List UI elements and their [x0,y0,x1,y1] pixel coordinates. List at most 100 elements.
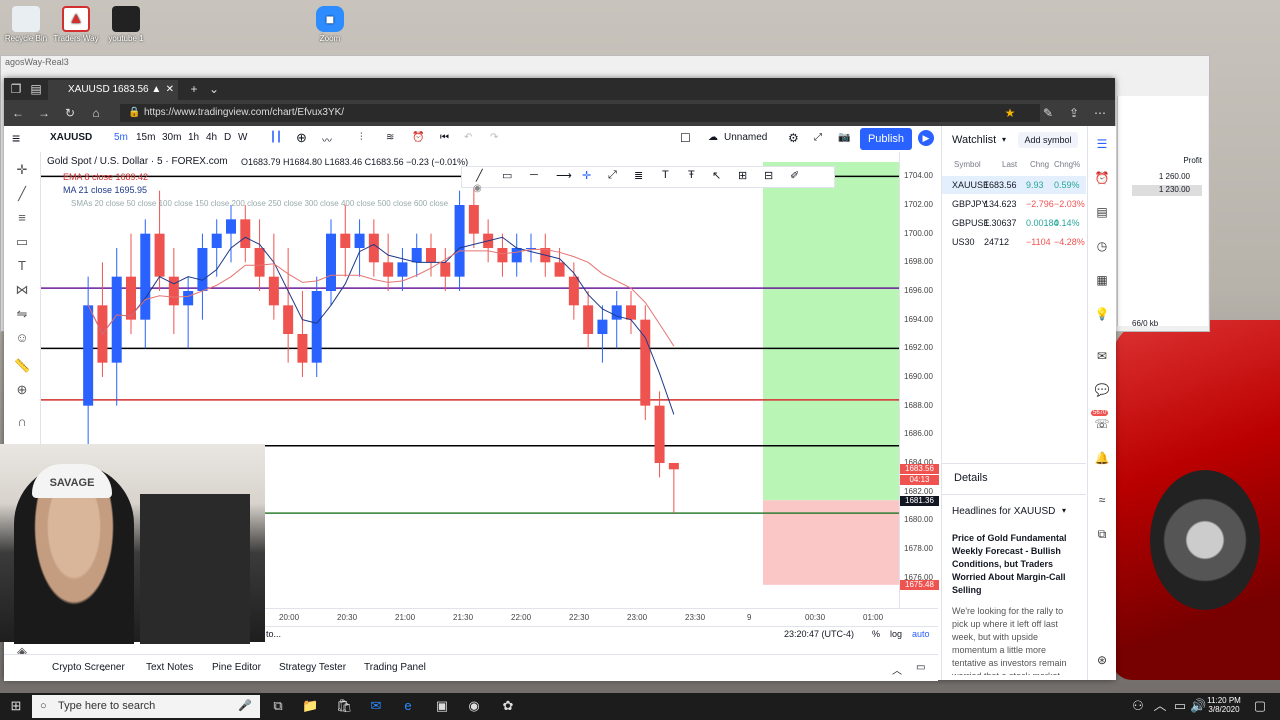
windows-start-icon[interactable]: ⊞ [8,698,24,714]
chevron-down-icon[interactable]: ▾ [1002,135,1006,144]
icons-icon[interactable]: ☺ [14,330,30,346]
network-icon[interactable]: ▭ [1172,698,1188,714]
price-axis[interactable]: 1704.00 1702.00 1700.00 1698.00 1696.00 1694.… [899,152,939,608]
add-symbol-button[interactable]: Add symbol [1018,132,1078,148]
app-icon-2[interactable]: ◉ [466,698,482,714]
zoom-in-icon[interactable]: ⊕ [14,382,30,398]
auto-toggle[interactable]: auto [912,629,930,639]
fib-icon[interactable]: ≡ [14,210,30,226]
cloud-icon[interactable]: ☁ [708,132,718,143]
headlines-label[interactable]: Headlines for XAUUSD [952,506,1055,517]
ideas-lightbulb-icon[interactable]: 💡 [1094,306,1110,322]
hline-tool-icon[interactable]: ─ [530,169,538,181]
app-icon-3[interactable]: ✿ [500,698,516,714]
app-icon-1[interactable]: ▣ [434,698,450,714]
publish-button[interactable]: Publish [860,128,912,150]
timeframe-w[interactable]: W [238,132,247,143]
tab-strategy-tester[interactable]: Strategy Tester [279,662,346,673]
new-tab-icon[interactable]: + [184,79,204,99]
financials-icon[interactable]: ⫶ [360,132,363,143]
refresh-icon[interactable]: ↻ [60,103,80,123]
undo-icon[interactable]: ↶ [464,132,472,143]
trend-line-icon[interactable]: ╱ [14,186,30,202]
file-explorer-icon[interactable]: 📁 [302,698,318,714]
close-tab-icon[interactable]: ✕ [166,80,174,100]
news-headline[interactable]: Price of Gold Fundamental Weekly Forecas… [952,532,1078,597]
timeframe-1h[interactable]: 1h [188,132,199,143]
settings-gear-icon[interactable]: ⚙ [788,131,799,145]
home-icon[interactable]: ⌂ [86,103,106,123]
chevron-down-icon[interactable]: ⌄ [204,79,224,99]
timeframe-30m[interactable]: 30m [162,132,181,143]
indicators-icon[interactable]: 〰 [322,132,332,147]
rect-tool-icon[interactable]: ▭ [502,169,512,182]
chevron-down-icon[interactable]: ⌄ [100,664,107,673]
redo-icon[interactable]: ↷ [490,132,498,143]
arrow-tool-icon[interactable]: ↖ [712,169,721,182]
history-icon[interactable]: ◷ [1094,238,1110,254]
hotlist-icon[interactable]: ≈ [1094,492,1110,508]
watchlist-row[interactable]: GBPJPY 134.623 −2.796 −2.03% [942,195,1086,213]
alert-icon[interactable]: ⏰ [412,132,424,143]
extended-line-icon[interactable]: ⤢ [608,169,617,182]
favorite-star-icon[interactable]: ★ [1000,103,1020,123]
volume-icon[interactable]: 🔊 [1190,698,1206,714]
anchored-text-icon[interactable]: Ŧ [688,169,695,181]
eye-icon[interactable]: ◉ [473,183,482,194]
prediction-icon[interactable]: ⇋ [14,306,30,322]
chat-icon[interactable]: ✉ [1094,348,1110,364]
messages-icon[interactable]: 💬 [1094,382,1110,398]
people-icon[interactable]: ⚇ [1130,698,1146,714]
column-chngp[interactable]: Chng% [1054,160,1080,169]
mail-icon[interactable]: ✉ [368,698,384,714]
clock-label[interactable]: 23:20:47 (UTC-4) [784,629,854,639]
watchlist-row[interactable]: XAUUSE 1683.56 9.93 0.59% [942,176,1086,194]
desktop-icon-zoom[interactable]: ■ Zoom [302,6,358,43]
fullscreen-select-icon[interactable]: ☐ [680,131,691,145]
alarm-clock-icon[interactable]: ⏰ [1094,170,1110,186]
column-last[interactable]: Last [1002,160,1017,169]
layout-name[interactable]: Unnamed [724,132,767,143]
browser-tab[interactable]: XAUUSD 1683.56 ▲ +0. ✕ [48,80,178,115]
tab-text-notes[interactable]: Text Notes [146,662,193,673]
rectangle-icon[interactable]: ▭ [14,234,30,250]
compare-icon[interactable]: ⊕ [296,130,307,146]
column-symbol[interactable]: Symbol [954,160,981,169]
back-icon[interactable]: ← [8,103,28,123]
order-panel-icon[interactable]: ⧉ [1094,526,1110,542]
tab-actions-icon[interactable]: ❐ [6,79,26,99]
brush-tool-icon[interactable]: ✐ [790,169,799,182]
long-position-icon[interactable]: ⊞ [738,169,747,182]
tab-pine-editor[interactable]: Pine Editor [212,662,261,673]
edge-browser-icon[interactable]: e [400,698,416,714]
timeframe-d[interactable]: D [224,132,231,143]
details-label[interactable]: Details [954,472,988,484]
play-icon[interactable]: ▶ [918,130,934,146]
parallel-channel-icon[interactable]: ≣ [634,169,643,182]
action-center-icon[interactable]: ▢ [1252,698,1268,714]
short-position-icon[interactable]: ⊟ [764,169,773,182]
watchlist-icon[interactable]: ☰ [1094,136,1110,152]
log-toggle[interactable]: log [890,629,902,639]
chevron-down-icon[interactable]: ▾ [1062,506,1066,515]
timeframe-4h[interactable]: 4h [206,132,217,143]
tab-trading-panel[interactable]: Trading Panel [364,662,426,673]
crosshair-icon[interactable]: ✛ [14,162,30,178]
tray-up-icon[interactable]: ︿ [1152,698,1168,714]
maximize-panel-icon[interactable]: ▭ [916,662,925,673]
candles-style-icon[interactable]: ┃┃ [270,132,282,143]
symbol-search[interactable]: XAUUSD [50,132,92,143]
share-icon[interactable]: ⇪ [1064,103,1084,123]
fullscreen-icon[interactable]: ⤢ [814,132,822,143]
calendar-icon[interactable]: ▦ [1094,272,1110,288]
camera-icon[interactable]: 📷 [838,132,850,143]
goto-date-button[interactable]: to... [266,629,281,639]
tab-crypto-screener[interactable]: Crypto Screener [52,662,125,673]
notifications-bell-icon[interactable]: 🔔 [1094,450,1110,466]
ruler-icon[interactable]: 📏 [14,358,30,374]
column-chng[interactable]: Chng [1030,160,1049,169]
ray-tool-icon[interactable]: ⟶ [556,169,572,182]
desktop-icon-youtube[interactable]: youtube 1 [98,6,154,43]
url-input[interactable]: 🔒 https://www.tradingview.com/chart/Efvu… [120,104,1040,122]
watchlist-row[interactable]: US30 24712 −1104 −4.28% [942,233,1086,251]
